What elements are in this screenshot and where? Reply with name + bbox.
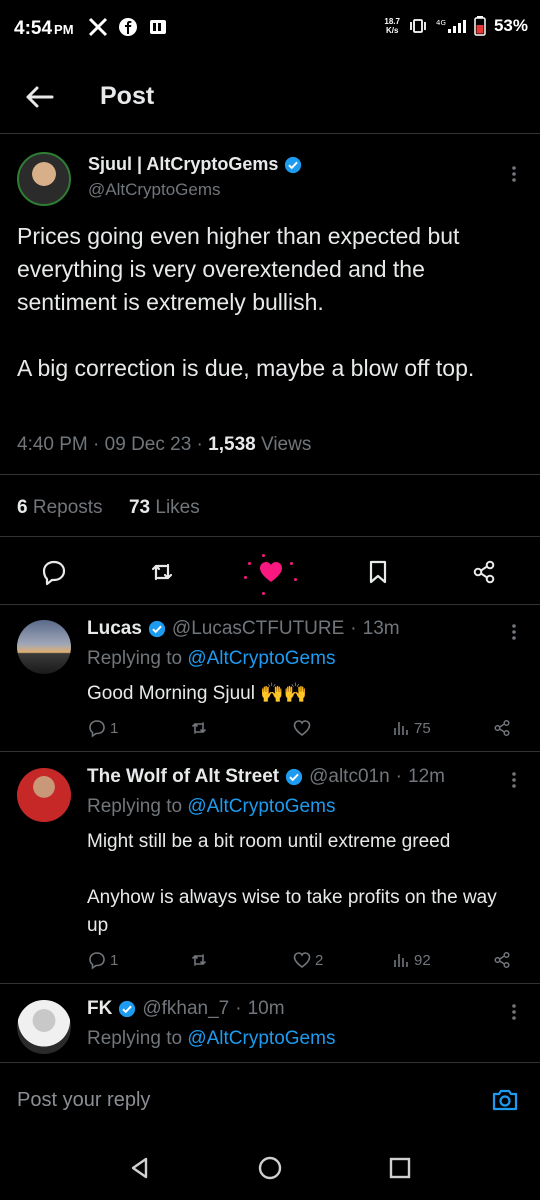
share-icon — [494, 719, 510, 737]
reply-button[interactable]: 1 — [87, 718, 118, 738]
reply-text: Might still be a bit room until extreme … — [87, 831, 497, 936]
reply-icon[interactable] — [40, 558, 68, 586]
status-bar: 4:54 PM 18.7 K/s 4G 53% — [0, 0, 540, 58]
battery-percent: 53% — [493, 16, 528, 35]
back-arrow-icon[interactable] — [22, 80, 56, 114]
post-time: 4:40 PM — [17, 434, 88, 455]
more-options-icon[interactable] — [504, 770, 524, 790]
reposts-link[interactable]: 6 Reposts — [17, 497, 103, 518]
post-actions — [0, 554, 540, 595]
views-label: Views — [261, 434, 312, 455]
reply-button[interactable]: 1 — [87, 950, 118, 970]
views-count: 1,538 — [208, 434, 256, 455]
reply-author-handle[interactable]: @altc01n — [309, 766, 390, 788]
author-handle[interactable]: @AltCryptoGems — [88, 180, 221, 200]
reply-item[interactable]: The Wolf of Alt Street @altc01n · 12m Re… — [0, 752, 540, 984]
4g-signal-icon: 4G — [436, 19, 466, 33]
verified-badge-icon — [285, 156, 302, 173]
reply-author-handle[interactable]: @LucasCTFUTURE — [172, 618, 344, 640]
like-heart-icon[interactable] — [257, 558, 285, 586]
reply-item[interactable]: Lucas @LucasCTFUTURE · 13m Replying to @… — [0, 604, 540, 752]
repost-icon — [192, 954, 206, 966]
repost-icon — [192, 722, 206, 734]
svg-text:4G: 4G — [436, 19, 446, 27]
replying-to-link[interactable]: @AltCryptoGems — [187, 648, 335, 669]
repost-button[interactable] — [189, 718, 212, 738]
repost-icon[interactable] — [148, 558, 176, 586]
system-nav-bar — [0, 1138, 540, 1200]
more-options-icon[interactable] — [504, 164, 524, 184]
post-date: 09 Dec 23 — [104, 434, 192, 455]
nav-recents-icon[interactable] — [386, 1154, 414, 1182]
vibrate-icon — [410, 19, 426, 33]
bookmark-icon[interactable] — [364, 558, 392, 586]
likes-link[interactable]: 73 Likes — [129, 497, 200, 518]
replying-to: Replying to @AltCryptoGems — [87, 1028, 336, 1049]
reply-author-handle[interactable]: @fkhan_7 — [142, 998, 229, 1020]
gallery-icon — [150, 20, 166, 34]
reply-author-name[interactable]: FK — [87, 998, 112, 1020]
replying-to: Replying to @AltCryptoGems — [87, 648, 336, 669]
replying-to-link[interactable]: @AltCryptoGems — [187, 796, 335, 817]
post-text: Prices going even higher than expected b… — [17, 223, 475, 381]
page-title: Post — [100, 82, 155, 110]
reply-item[interactable]: FK @fkhan_7 · 10m Replying to @AltCrypto… — [0, 984, 540, 1062]
camera-icon[interactable] — [490, 1085, 520, 1115]
replying-to-link[interactable]: @AltCryptoGems — [187, 1028, 335, 1049]
reply-time: 13m — [362, 618, 400, 639]
avatar[interactable] — [17, 152, 71, 206]
verified-badge-icon — [148, 620, 166, 638]
reply-actions: 1 75 — [87, 718, 527, 744]
views-button[interactable]: 75 — [391, 718, 431, 738]
reply-icon — [89, 720, 105, 738]
verified-badge-icon — [286, 768, 303, 786]
divider — [0, 474, 540, 475]
avatar[interactable] — [17, 620, 71, 674]
reply-time: 12m — [408, 766, 445, 787]
reply-icon — [89, 952, 105, 970]
like-button[interactable]: 2 — [292, 950, 323, 970]
avatar[interactable] — [17, 768, 71, 822]
avatar[interactable] — [17, 1000, 71, 1054]
reply-author-name[interactable]: The Wolf of Alt Street — [87, 766, 279, 788]
repost-button[interactable] — [189, 950, 212, 970]
share-icon — [494, 951, 510, 969]
nav-back-icon[interactable] — [126, 1154, 154, 1182]
facebook-icon — [119, 18, 137, 36]
views-button[interactable]: 92 — [391, 950, 431, 970]
divider — [0, 536, 540, 537]
like-button[interactable] — [292, 718, 315, 738]
reply-text: Good Morning Sjuul 🙌🙌 — [87, 683, 308, 704]
verified-badge-icon — [119, 1000, 136, 1018]
reply-author-name[interactable]: Lucas — [87, 618, 142, 640]
share-button[interactable] — [492, 718, 512, 738]
more-options-icon[interactable] — [504, 1002, 524, 1022]
heart-icon — [293, 720, 311, 736]
share-button[interactable] — [492, 950, 512, 970]
reply-actions: 1 2 92 — [87, 950, 527, 976]
status-time: 4:54 PM — [14, 18, 74, 39]
top-bar: Post — [0, 62, 540, 134]
analytics-icon — [394, 722, 408, 735]
battery-icon — [474, 16, 486, 36]
post-meta: 4:40 PM · 09 Dec 23 · 1,538 Views — [17, 434, 312, 455]
x-logo-icon — [88, 17, 108, 37]
author-name[interactable]: Sjuul | AltCryptoGems — [88, 154, 302, 175]
share-icon[interactable] — [470, 558, 498, 586]
more-options-icon[interactable] — [504, 622, 524, 642]
analytics-icon — [394, 954, 408, 967]
replying-to: Replying to @AltCryptoGems — [87, 796, 336, 817]
engagement-stats: 6 Reposts 73 Likes — [17, 497, 200, 519]
reply-time: 10m — [247, 998, 285, 1019]
reply-input[interactable]: Post your reply — [17, 1089, 150, 1112]
nav-home-icon[interactable] — [256, 1154, 284, 1182]
reply-composer[interactable]: Post your reply — [0, 1062, 540, 1138]
heart-icon — [293, 952, 311, 968]
network-speed: 18.7 K/s — [384, 17, 400, 35]
